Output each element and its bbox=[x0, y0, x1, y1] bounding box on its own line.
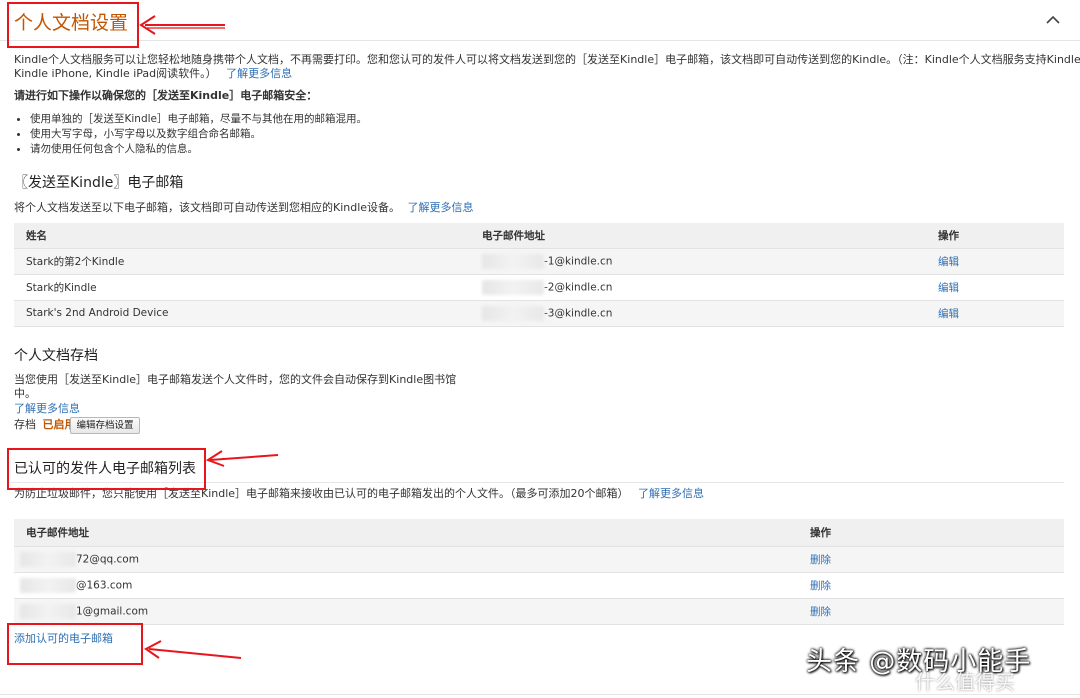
redacted-email-blur bbox=[482, 305, 544, 321]
device-email: -2@kindle.cn bbox=[470, 274, 926, 300]
column-header-name: 姓名 bbox=[14, 223, 470, 248]
column-header-action: 操作 bbox=[798, 519, 1064, 546]
delete-link[interactable]: 删除 bbox=[798, 546, 1064, 572]
delete-link[interactable]: 删除 bbox=[798, 572, 1064, 598]
send-to-kindle-desc: 将个人文档发送至以下电子邮箱，该文档即可自动传送到您相应的Kindle设备。 了… bbox=[14, 201, 474, 215]
table-row: Stark的Kindle -2@kindle.cn 编辑 bbox=[14, 274, 1064, 300]
annotation-arrow-icon bbox=[144, 640, 242, 659]
annotation-box-add-link bbox=[7, 623, 143, 665]
archive-status-row: 存档 已启用 bbox=[14, 418, 76, 432]
intro-text-line1: Kindle个人文档服务可以让您轻松地随身携带个人文档，不再需要打印。您和您认可… bbox=[14, 53, 1080, 66]
device-email-text: -1@kindle.cn bbox=[544, 255, 613, 267]
edit-link[interactable]: 编辑 bbox=[926, 300, 1064, 326]
security-tip: 使用单独的［发送至Kindle］电子邮箱，尽量不与其他在用的邮箱混用。 bbox=[14, 112, 434, 127]
archive-desc-line2: 中。 bbox=[14, 387, 36, 400]
security-tips-list: 使用单独的［发送至Kindle］电子邮箱，尽量不与其他在用的邮箱混用。 使用大写… bbox=[14, 112, 434, 157]
approved-senders-learn-more-link[interactable]: 了解更多信息 bbox=[638, 487, 704, 500]
send-to-kindle-learn-more-link[interactable]: 了解更多信息 bbox=[408, 201, 474, 214]
table-row: Stark的第2个Kindle -1@kindle.cn 编辑 bbox=[14, 248, 1064, 274]
device-name: Stark的第2个Kindle bbox=[14, 248, 470, 274]
annotation-box-approved-title bbox=[7, 448, 206, 490]
annotation-arrow-icon bbox=[139, 15, 225, 35]
annotation-arrow-icon bbox=[205, 450, 279, 467]
redacted-email-blur bbox=[20, 577, 76, 593]
edit-link[interactable]: 编辑 bbox=[926, 274, 1064, 300]
annotation-box-title bbox=[7, 2, 139, 48]
intro-text-line2-body: Kindle iPhone, Kindle iPad阅读软件。） bbox=[14, 67, 217, 80]
intro-text-line2: Kindle iPhone, Kindle iPad阅读软件。） 了解更多信息 bbox=[14, 67, 292, 81]
send-to-kindle-desc-text: 将个人文档发送至以下电子邮箱，该文档即可自动传送到您相应的Kindle设备。 bbox=[14, 201, 401, 214]
sender-email: @163.com bbox=[14, 572, 798, 598]
device-name: Stark's 2nd Android Device bbox=[14, 300, 470, 326]
chevron-up-icon[interactable] bbox=[1043, 10, 1063, 30]
edit-link[interactable]: 编辑 bbox=[926, 248, 1064, 274]
approved-email-table: 电子邮件地址 操作 72@qq.com 删除 @163.com 删除 1@gma… bbox=[14, 519, 1064, 625]
security-heading: 请进行如下操作以确保您的［发送至Kindle］电子邮箱安全： bbox=[14, 89, 318, 102]
device-name: Stark的Kindle bbox=[14, 274, 470, 300]
sender-email: 1@gmail.com bbox=[14, 598, 798, 624]
table-row: 1@gmail.com 删除 bbox=[14, 598, 1064, 624]
sender-email-text: 1@gmail.com bbox=[76, 605, 149, 617]
intro-learn-more-link[interactable]: 了解更多信息 bbox=[226, 67, 292, 80]
header-divider bbox=[0, 40, 1080, 41]
send-to-kindle-title: 〖发送至Kindle〗电子邮箱 bbox=[14, 175, 184, 191]
device-email-text: -2@kindle.cn bbox=[544, 281, 613, 293]
device-email: -1@kindle.cn bbox=[470, 248, 926, 274]
security-tip: 使用大写字母，小写字母以及数字组合命名邮箱。 bbox=[14, 127, 434, 142]
column-header-action: 操作 bbox=[926, 223, 1064, 248]
column-header-email: 电子邮件地址 bbox=[14, 519, 798, 546]
archive-label: 存档 bbox=[14, 418, 36, 431]
redacted-email-blur bbox=[20, 551, 76, 567]
archive-learn-more-link[interactable]: 了解更多信息 bbox=[14, 402, 80, 416]
device-email-text: -3@kindle.cn bbox=[544, 307, 613, 319]
archive-desc-line1: 当您使用［发送至Kindle］电子邮箱发送个人文件时，您的文件会自动保存到Kin… bbox=[14, 373, 457, 386]
table-row: Stark's 2nd Android Device -3@kindle.cn … bbox=[14, 300, 1064, 326]
redacted-email-blur bbox=[482, 279, 544, 295]
redacted-email-blur bbox=[20, 603, 76, 619]
sender-email: 72@qq.com bbox=[14, 546, 798, 572]
security-tip: 请勿使用任何包含个人隐私的信息。 bbox=[14, 142, 434, 157]
watermark-faint-text: 什么值得买 bbox=[915, 670, 1015, 694]
device-email: -3@kindle.cn bbox=[470, 300, 926, 326]
archive-title: 个人文档存档 bbox=[14, 348, 98, 364]
column-header-email: 电子邮件地址 bbox=[470, 223, 926, 248]
sender-email-text: @163.com bbox=[76, 579, 133, 591]
table-row: 72@qq.com 删除 bbox=[14, 546, 1064, 572]
redacted-email-blur bbox=[482, 253, 544, 269]
table-row: @163.com 删除 bbox=[14, 572, 1064, 598]
table-header-row: 电子邮件地址 操作 bbox=[14, 519, 1064, 546]
sender-email-text: 72@qq.com bbox=[76, 553, 139, 565]
kindle-email-table: 姓名 电子邮件地址 操作 Stark的第2个Kindle -1@kindle.c… bbox=[14, 223, 1064, 327]
table-header-row: 姓名 电子邮件地址 操作 bbox=[14, 223, 1064, 248]
edit-archive-settings-button[interactable]: 编辑存档设置 bbox=[70, 417, 140, 434]
delete-link[interactable]: 删除 bbox=[798, 598, 1064, 624]
